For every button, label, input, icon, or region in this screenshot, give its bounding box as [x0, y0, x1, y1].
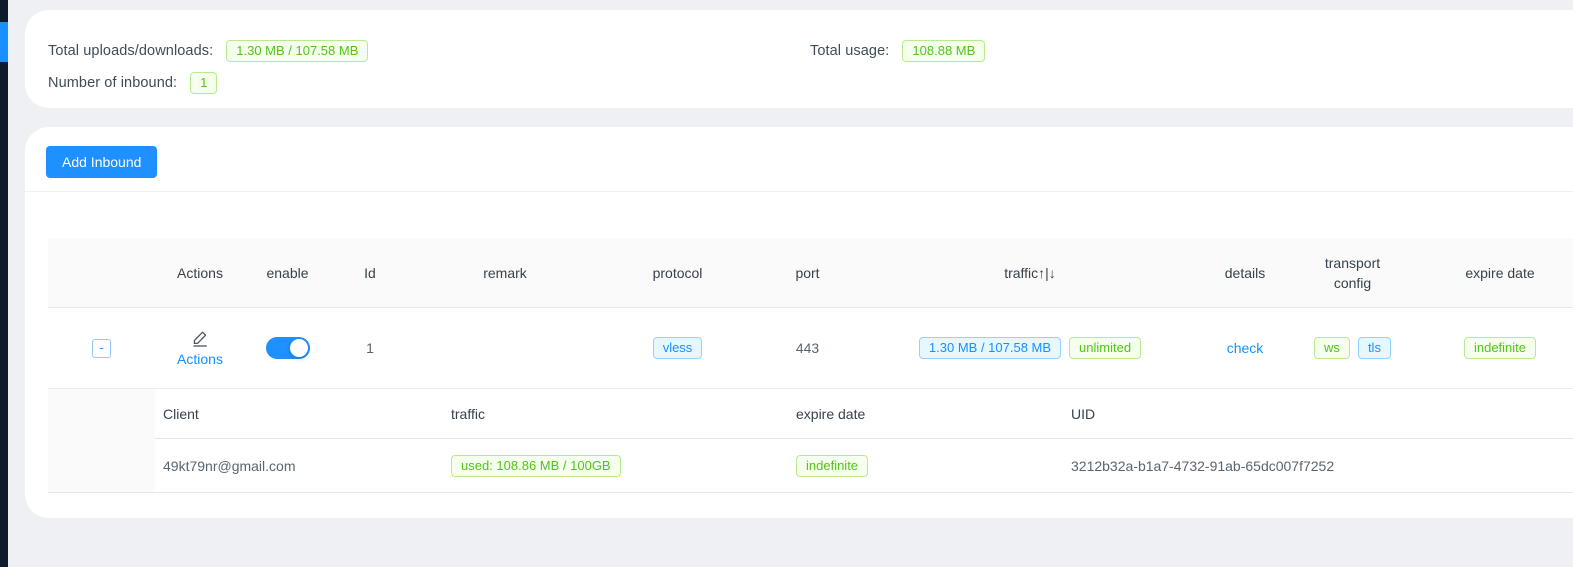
inbounds-table: Actions enable Id remark protocol port t…	[48, 238, 1573, 493]
inbound-row: - Actions 1 vless	[48, 308, 1573, 388]
table-header-row: Actions enable Id remark protocol port t…	[48, 238, 1573, 308]
header-traffic-sortable[interactable]: traffic↑|↓	[860, 238, 1200, 307]
sidebar-active-indicator[interactable]	[0, 22, 8, 62]
client-expire-header: expire date	[788, 406, 1063, 422]
stats-card: Total uploads/downloads: 1.30 MB / 107.5…	[25, 10, 1573, 108]
header-details: details	[1200, 238, 1290, 307]
header-actions: Actions	[155, 238, 245, 307]
total-usage-label: Total usage:	[810, 43, 889, 59]
total-usage-badge: 108.88 MB	[902, 40, 985, 62]
client-uid-value: 3212b32a-b1a7-4732-91ab-65dc007f7252	[1063, 458, 1573, 474]
total-uploads-downloads-label: Total uploads/downloads:	[48, 43, 213, 59]
client-header: Client	[155, 406, 443, 422]
edit-pencil-icon	[190, 329, 210, 349]
inbounds-card: Add Inbound Actions enable Id remark pro…	[25, 127, 1573, 518]
row-actions-label: Actions	[177, 351, 223, 367]
client-email: 49kt79nr@gmail.com	[155, 458, 443, 474]
cell-id: 1	[330, 308, 410, 388]
client-table: Client traffic expire date UID 49kt79nr@…	[155, 389, 1573, 492]
toggle-knob	[290, 339, 308, 357]
transport-tls-tag: tls	[1358, 337, 1391, 359]
add-inbound-button[interactable]: Add Inbound	[46, 146, 157, 178]
number-of-inbound-badge: 1	[190, 72, 217, 94]
header-expire-date: expire date	[1415, 238, 1573, 307]
client-expire-tag: indefinite	[796, 455, 868, 477]
minus-icon: -	[99, 340, 103, 356]
transport-ws-tag: ws	[1314, 337, 1350, 359]
cell-remark	[410, 308, 600, 388]
client-uid-header: UID	[1063, 406, 1573, 422]
header-expand	[48, 238, 155, 307]
header-transport-config: transport config	[1290, 238, 1415, 307]
protocol-tag: vless	[653, 337, 703, 359]
row-actions-menu[interactable]: Actions	[177, 329, 223, 367]
traffic-limit-tag: unlimited	[1069, 337, 1141, 359]
stat-total-usage: Total usage: 108.88 MB	[810, 39, 985, 63]
toolbar-divider	[25, 191, 1573, 192]
enable-toggle[interactable]	[266, 337, 310, 359]
traffic-updown-tag: 1.30 MB / 107.58 MB	[919, 337, 1061, 359]
header-id: Id	[330, 238, 410, 307]
total-uploads-downloads-badge: 1.30 MB / 107.58 MB	[226, 40, 368, 62]
client-table-header-row: Client traffic expire date UID	[155, 389, 1573, 439]
stat-number-of-inbound: Number of inbound: 1	[48, 71, 217, 95]
client-traffic-tag: used: 108.86 MB / 100GB	[451, 455, 621, 477]
collapse-row-button[interactable]: -	[92, 339, 111, 358]
details-check-link[interactable]: check	[1227, 340, 1264, 356]
client-traffic-header: traffic	[443, 406, 788, 422]
stat-total-uploads-downloads: Total uploads/downloads: 1.30 MB / 107.5…	[48, 39, 368, 63]
header-remark: remark	[410, 238, 600, 307]
expanded-row: Client traffic expire date UID 49kt79nr@…	[48, 388, 1573, 493]
expanded-row-indent	[48, 389, 155, 492]
cell-port: 443	[755, 308, 860, 388]
collapsed-sidebar	[0, 0, 8, 567]
expire-date-tag: indefinite	[1464, 337, 1536, 359]
header-protocol: protocol	[600, 238, 755, 307]
header-enable: enable	[245, 238, 330, 307]
client-row: 49kt79nr@gmail.com used: 108.86 MB / 100…	[155, 439, 1573, 492]
number-of-inbound-label: Number of inbound:	[48, 75, 177, 91]
header-port: port	[755, 238, 860, 307]
